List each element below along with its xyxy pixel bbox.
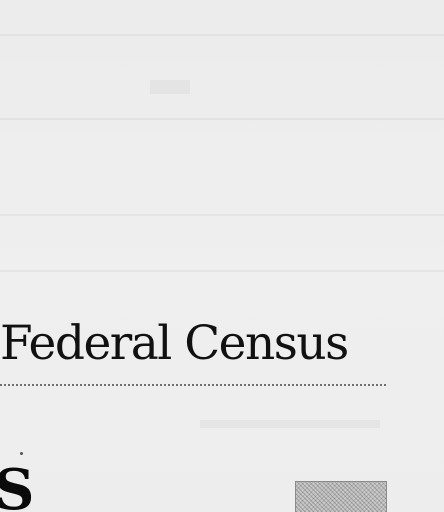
ink-speck <box>20 452 23 455</box>
halftone-photo <box>295 481 387 512</box>
bleed-through-mark <box>200 420 380 428</box>
dotted-rule <box>0 384 386 386</box>
section-heading: Federal Census <box>0 316 349 371</box>
bleed-through-line <box>0 118 444 120</box>
bleed-through-line <box>0 214 444 216</box>
bleed-through-line <box>0 270 444 272</box>
bleed-through-mark <box>150 80 190 94</box>
document-page: Federal Census S <box>0 0 444 512</box>
bleed-through-line <box>0 34 444 36</box>
next-heading-fragment: S <box>0 457 35 512</box>
